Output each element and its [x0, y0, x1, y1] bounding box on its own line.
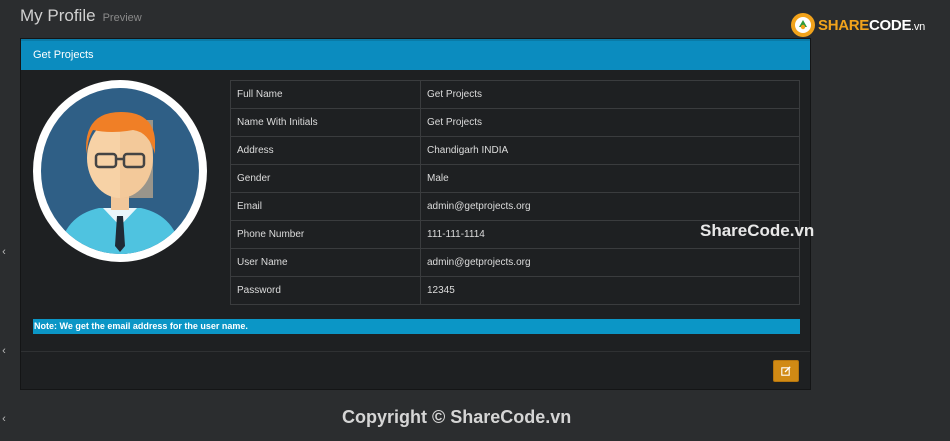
brand-vn-text: .vn [911, 20, 925, 33]
field-value: Get Projects [420, 80, 800, 109]
field-label: Address [230, 136, 421, 165]
sidebar-toggle-arrow[interactable]: ‹ [0, 345, 8, 357]
field-value: Male [420, 164, 800, 193]
sidebar-toggle-arrow[interactable]: ‹ [0, 246, 8, 258]
field-label: Full Name [230, 80, 421, 109]
page-subtitle: Preview [102, 12, 142, 24]
field-label: Email [230, 192, 421, 221]
brand-wordmark: SHARECODE.vn [818, 17, 925, 34]
field-value: admin@getprojects.org [420, 248, 800, 277]
copyright-watermark: Copyright © ShareCode.vn [342, 407, 572, 427]
table-row: User Name admin@getprojects.org [230, 248, 800, 277]
table-row: Email admin@getprojects.org [230, 192, 800, 221]
page-header: My Profile Preview [20, 6, 142, 26]
edit-profile-button[interactable] [773, 360, 799, 382]
field-label: Password [230, 276, 421, 305]
panel-footer [21, 351, 810, 389]
panel-body: Full Name Get Projects Name With Initial… [21, 70, 810, 350]
edit-icon [781, 366, 791, 376]
panel-heading: Get Projects [21, 39, 810, 70]
sharecode-logo: SHARECODE.vn [790, 12, 925, 38]
user-avatar-icon [41, 88, 199, 254]
profile-details-table: Full Name Get Projects Name With Initial… [230, 80, 800, 305]
watermark-text: ShareCode.vn [700, 221, 815, 240]
table-row: Name With Initials Get Projects [230, 108, 800, 137]
table-row: Full Name Get Projects [230, 80, 800, 109]
profile-panel: Get Projects Full Name Get Projects Name… [20, 38, 811, 390]
sharecode-logo-icon [791, 13, 815, 37]
field-label: Name With Initials [230, 108, 421, 137]
field-label: Gender [230, 164, 421, 193]
field-value: admin@getprojects.org [420, 192, 800, 221]
field-label: User Name [230, 248, 421, 277]
field-label: Phone Number [230, 220, 421, 249]
table-row: Gender Male [230, 164, 800, 193]
sidebar-toggle-arrow[interactable]: ‹ [0, 413, 8, 425]
brand-share-text: SHARE [818, 16, 870, 34]
table-row: Password 12345 [230, 276, 800, 305]
brand-code-text: CODE [869, 16, 912, 34]
field-value: 12345 [420, 276, 800, 305]
page-title: My Profile [20, 6, 96, 25]
field-value: Chandigarh INDIA [420, 136, 800, 165]
table-row: Address Chandigarh INDIA [230, 136, 800, 165]
avatar [33, 80, 207, 262]
note-bar: Note: We get the email address for the u… [33, 319, 800, 334]
field-value: Get Projects [420, 108, 800, 137]
